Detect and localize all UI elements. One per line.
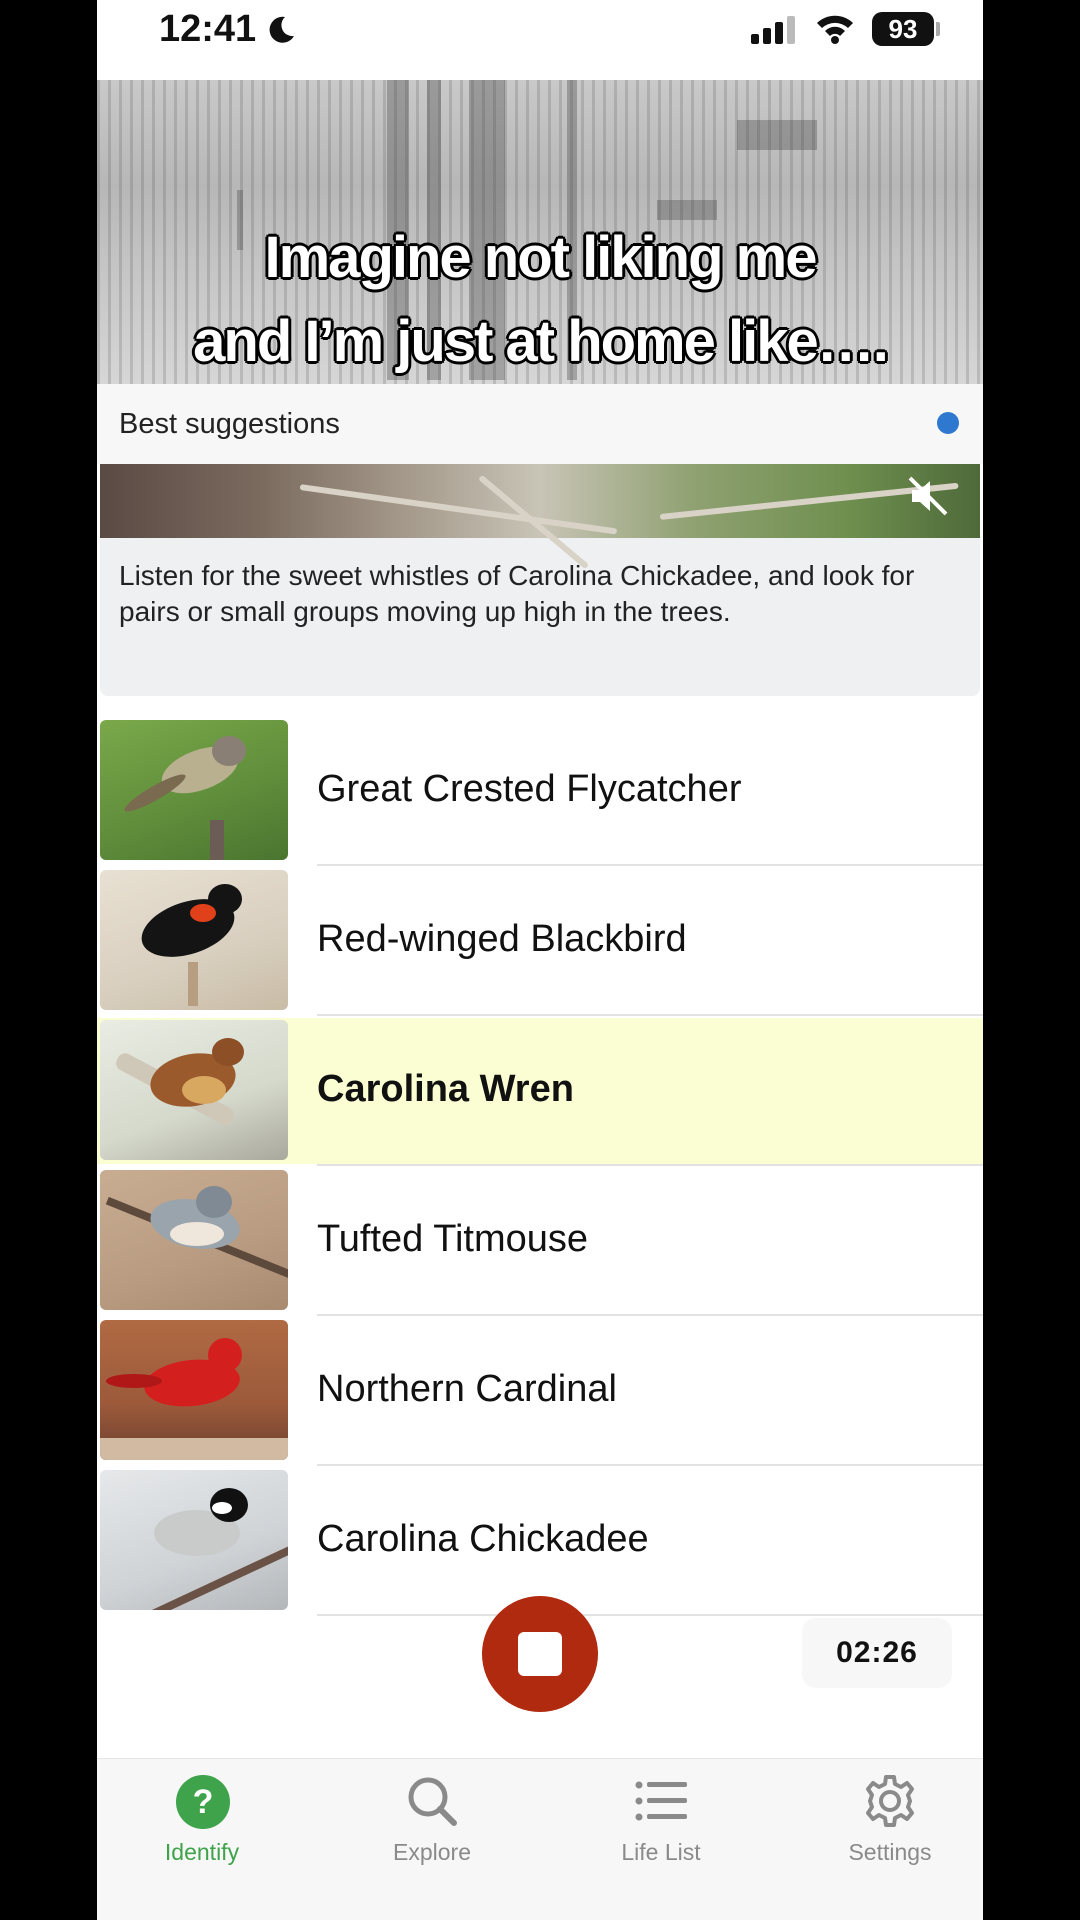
mute-icon[interactable]	[906, 474, 950, 518]
battery-tip	[936, 22, 940, 36]
bird-name: Northern Cardinal	[317, 1368, 617, 1410]
list-item[interactable]: Red-winged Blackbird	[97, 868, 983, 1016]
tip-text: Listen for the sweet whistles of Carolin…	[119, 560, 915, 627]
tab-label: Settings	[848, 1839, 932, 1865]
recording-timer: 02:26	[802, 1618, 952, 1688]
bird-photo	[100, 1470, 288, 1610]
best-suggestions-label: Best suggestions	[119, 408, 340, 440]
list-item-selected[interactable]: Carolina Wren	[97, 1018, 983, 1166]
tab-bar: ? Identify Explore Life List Settings	[97, 1758, 983, 1920]
list-item[interactable]: Northern Cardinal	[97, 1318, 983, 1466]
tab-label: Explore	[393, 1839, 471, 1865]
list-item[interactable]: Great Crested Flycatcher	[97, 718, 983, 866]
tip-photo	[100, 464, 980, 570]
moon-icon	[269, 16, 294, 43]
tab-settings[interactable]: Settings	[800, 1773, 980, 1883]
bird-name: Red-winged Blackbird	[317, 918, 687, 960]
list-item[interactable]: Tufted Titmouse	[97, 1168, 983, 1316]
gear-icon	[866, 1775, 914, 1827]
bird-photo	[100, 1320, 288, 1460]
tab-explore[interactable]: Explore	[342, 1773, 522, 1883]
best-suggestions-header: Best suggestions	[97, 384, 983, 464]
bird-name: Carolina Wren	[317, 1068, 574, 1110]
bird-name: Carolina Chickadee	[317, 1518, 649, 1560]
tab-label: Life List	[621, 1839, 701, 1865]
signal-icon	[751, 16, 795, 44]
bird-name: Tufted Titmouse	[317, 1218, 589, 1260]
stop-icon	[518, 1632, 562, 1676]
caption-line-2: and I’m just at home like….	[193, 309, 889, 374]
status-dot	[937, 412, 959, 434]
help-icon: ?	[176, 1775, 230, 1829]
bird-photo	[100, 870, 288, 1010]
tab-life-list[interactable]: Life List	[571, 1773, 751, 1883]
bird-photo	[100, 1020, 288, 1160]
bird-photo	[100, 1170, 288, 1310]
tip-card[interactable]: Listen for the sweet whistles of Carolin…	[100, 464, 980, 696]
bird-name: Great Crested Flycatcher	[317, 768, 742, 810]
app-screen: 12:41 93 Imagine not liking me and I’m j…	[97, 0, 983, 1920]
list-icon	[635, 1781, 687, 1821]
list-item[interactable]: Carolina Chickadee	[97, 1468, 983, 1616]
wifi-icon	[817, 15, 853, 44]
search-icon	[408, 1777, 457, 1826]
battery-indicator: 93	[872, 12, 934, 46]
tab-identify[interactable]: ? Identify	[112, 1773, 292, 1883]
caption-line-1: Imagine not liking me	[264, 225, 818, 290]
tab-label: Identify	[164, 1839, 240, 1865]
stop-recording-button[interactable]	[482, 1596, 598, 1712]
bird-photo	[100, 720, 288, 860]
status-bar: 12:41 93	[97, 0, 983, 80]
status-time: 12:41	[159, 8, 257, 50]
